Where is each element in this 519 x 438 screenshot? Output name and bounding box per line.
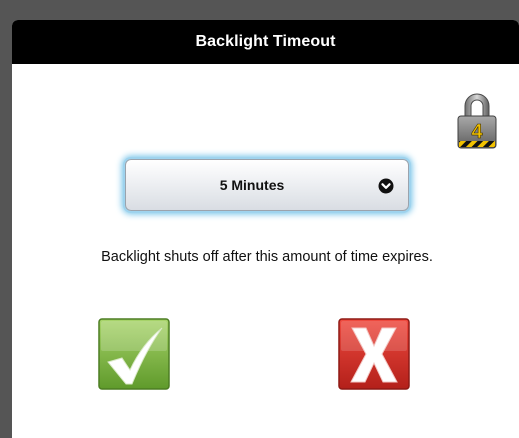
chevron-down-icon bbox=[378, 178, 394, 194]
lock-level-number: 4 bbox=[471, 121, 483, 143]
x-icon bbox=[338, 318, 410, 390]
cancel-button[interactable] bbox=[338, 318, 410, 390]
checkmark-icon bbox=[98, 318, 170, 390]
dialog-title: Backlight Timeout bbox=[195, 33, 336, 50]
dialog-title-bar: Backlight Timeout bbox=[12, 20, 519, 64]
timeout-description: Backlight shuts off after this amount of… bbox=[101, 249, 433, 265]
confirm-button[interactable] bbox=[98, 318, 170, 390]
padlock-icon: 4 bbox=[455, 90, 499, 150]
backlight-timeout-dialog: Backlight Timeout 4 5 Minutes Backlight … bbox=[12, 20, 519, 438]
timeout-select[interactable]: 5 Minutes bbox=[125, 159, 409, 211]
timeout-select-value: 5 Minutes bbox=[219, 177, 285, 193]
